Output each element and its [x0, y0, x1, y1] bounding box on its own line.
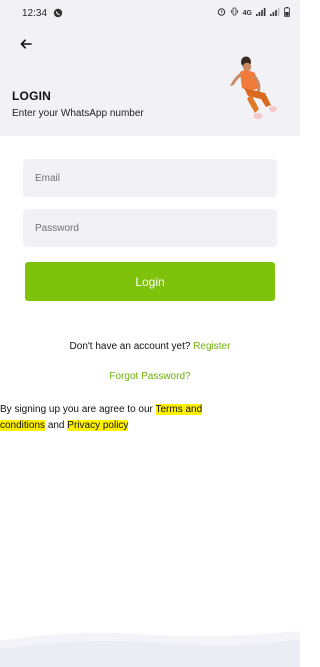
vibrate-icon — [230, 7, 239, 19]
person-illustration — [226, 56, 277, 119]
status-time: 12:34 — [22, 7, 48, 19]
network-type-label: 4G — [242, 9, 252, 17]
bottom-wave-decoration — [0, 631, 300, 667]
battery-icon — [284, 6, 290, 20]
whatsapp-icon — [53, 8, 63, 18]
status-icons: 4G — [217, 6, 290, 20]
status-bar: 12:34 4G — [0, 0, 300, 26]
email-field[interactable] — [23, 159, 277, 197]
alarm-icon — [217, 7, 226, 19]
password-field[interactable] — [23, 209, 277, 247]
signal-icon — [256, 7, 266, 19]
page-subtitle: Enter your WhatsApp number — [12, 108, 144, 119]
signal-icon — [270, 7, 280, 19]
register-prompt: Don't have an account yet? Register — [0, 341, 300, 352]
login-button[interactable]: Login — [25, 262, 275, 301]
page-title: LOGIN — [12, 89, 51, 103]
terms-notice: By signing up you are agree to our Terms… — [0, 402, 205, 434]
back-button[interactable] — [17, 35, 35, 53]
forgot-password-link[interactable]: Forgot Password? — [0, 371, 300, 382]
terms-prefix: By signing up you are agree to our — [0, 404, 153, 415]
terms-conjunction: and — [47, 420, 65, 431]
privacy-policy-link[interactable]: Privacy policy — [67, 420, 129, 431]
register-link[interactable]: Register — [193, 341, 230, 352]
register-prompt-text: Don't have an account yet? — [69, 341, 191, 352]
header: LOGIN Enter your WhatsApp number — [0, 26, 300, 136]
arrow-left-icon — [20, 39, 32, 49]
